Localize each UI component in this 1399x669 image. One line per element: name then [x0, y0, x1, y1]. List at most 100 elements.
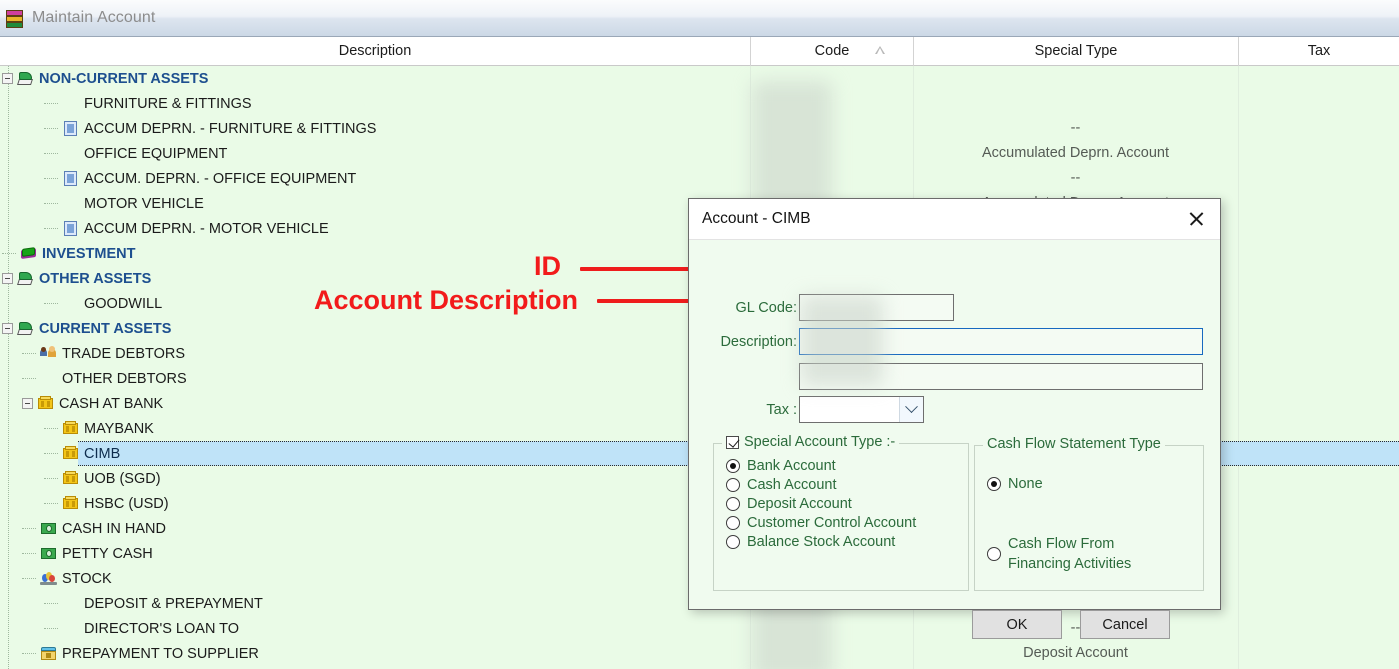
table-row[interactable]: FURNITURE & FITTINGS: [0, 91, 1399, 116]
row-description-cell[interactable]: ACCUM DEPRN. - FURNITURE & FITTINGS: [0, 116, 750, 141]
spacer-icon: [62, 620, 79, 637]
radio-button[interactable]: [987, 547, 1001, 561]
row-tax-cell: [1238, 216, 1399, 241]
row-tax-cell: [1238, 366, 1399, 391]
cash-flow-type-option[interactable]: Cash Flow From Financing Activities: [987, 534, 1203, 574]
radio-label: None: [1008, 476, 1043, 492]
table-row[interactable]: ACCUM. DEPRN. - OFFICE EQUIPMENT --: [0, 166, 1399, 191]
radio-button[interactable]: [726, 535, 740, 549]
money-bundle-icon: [62, 470, 79, 487]
dialog-body: GL Code: Description: Tax : Special Acco…: [689, 240, 1220, 639]
asset-book-icon: [17, 70, 34, 87]
row-description-cell[interactable]: MAYBANK: [0, 416, 750, 441]
account-dialog[interactable]: Account - CIMB GL Code: Description: Tax…: [688, 198, 1221, 639]
tree-collapse-toggle[interactable]: [2, 273, 13, 284]
column-header-tax[interactable]: Tax: [1238, 36, 1399, 66]
document-blue-icon: [62, 120, 79, 137]
row-description-cell[interactable]: DEPOSIT & PREPAYMENT: [0, 591, 750, 616]
row-label: HSBC (USD): [84, 495, 169, 512]
spacer-icon: [62, 145, 79, 162]
row-description-cell[interactable]: OFFICE EQUIPMENT: [0, 141, 750, 166]
table-row[interactable]: ACCUM DEPRN. - FURNITURE & FITTINGS --: [0, 116, 1399, 141]
special-account-type-title[interactable]: Special Account Type :-: [722, 434, 900, 450]
row-description-cell[interactable]: NON-CURRENT ASSETS: [0, 66, 750, 91]
special-account-type-option[interactable]: Cash Account: [726, 477, 968, 493]
row-description-cell[interactable]: ACCUM. DEPRN. - OFFICE EQUIPMENT: [0, 166, 750, 191]
special-account-type-checkbox[interactable]: [726, 435, 739, 449]
row-tax-cell: [1238, 191, 1399, 216]
row-description-cell[interactable]: HSBC (USD): [0, 491, 750, 516]
row-tax-cell: [1238, 616, 1399, 641]
special-account-type-option[interactable]: Deposit Account: [726, 496, 968, 512]
tree-collapse-toggle[interactable]: [2, 73, 13, 84]
row-tax-cell: [1238, 466, 1399, 491]
dialog-title: Account - CIMB: [702, 210, 811, 227]
row-tax-cell: [1238, 341, 1399, 366]
row-label: OTHER ASSETS: [39, 270, 152, 287]
row-description-cell[interactable]: CIMB: [0, 441, 750, 466]
row-tax-cell: [1238, 266, 1399, 291]
row-description-cell[interactable]: STOCK: [0, 566, 750, 591]
row-tax-cell: [1238, 566, 1399, 591]
row-label: STOCK: [62, 570, 112, 587]
window-title-bar: Maintain Account: [0, 0, 1399, 37]
row-description-cell[interactable]: MOTOR VEHICLE: [0, 191, 750, 216]
row-label: ACCUM DEPRN. - MOTOR VEHICLE: [84, 220, 329, 237]
diamond-green-icon: [20, 245, 37, 262]
row-tax-cell: [1238, 91, 1399, 116]
row-description-cell[interactable]: PREPAYMENT TO SUPPLIER: [0, 641, 750, 666]
row-label: OTHER DEBTORS: [62, 370, 187, 387]
chevron-down-icon[interactable]: [899, 397, 923, 422]
row-description-cell[interactable]: UOB (SGD): [0, 466, 750, 491]
cash-flow-statement-type-label: Cash Flow Statement Type: [987, 436, 1161, 452]
radio-label: Bank Account: [747, 458, 836, 474]
cash-green-icon: [40, 545, 57, 562]
radio-button[interactable]: [726, 459, 740, 473]
column-header-code[interactable]: Code: [750, 36, 913, 66]
asset-book-icon: [17, 270, 34, 287]
special-account-type-option[interactable]: Balance Stock Account: [726, 534, 968, 550]
annotation-description-label: Account Description: [314, 285, 579, 315]
row-tax-cell: [1238, 416, 1399, 441]
row-label: MAYBANK: [84, 420, 154, 437]
table-row[interactable]: DIRECTOR'S LOAN TO --: [0, 616, 1399, 641]
radio-button[interactable]: [726, 478, 740, 492]
close-icon[interactable]: [1184, 206, 1210, 232]
table-row[interactable]: PREPAYMENT TO SUPPLIER Deposit Account: [0, 641, 1399, 666]
row-description-cell[interactable]: FURNITURE & FITTINGS: [0, 91, 750, 116]
table-row[interactable]: OFFICE EQUIPMENT Accumulated Deprn. Accou…: [0, 141, 1399, 166]
spacer-icon: [62, 595, 79, 612]
document-blue-icon: [62, 170, 79, 187]
special-account-type-group: Special Account Type :- Bank Account Cash…: [713, 434, 969, 591]
cash-green-icon: [40, 520, 57, 537]
column-header-special-type[interactable]: Special Type: [913, 36, 1238, 66]
special-account-type-option[interactable]: Bank Account: [726, 458, 968, 474]
row-description-cell[interactable]: PETTY CASH: [0, 541, 750, 566]
radio-button[interactable]: [726, 516, 740, 530]
row-description-cell[interactable]: CASH AT BANK: [0, 391, 750, 416]
tree-collapse-toggle[interactable]: [22, 398, 33, 409]
row-special-type-cell: [913, 66, 1238, 91]
row-tax-cell: [1238, 116, 1399, 141]
money-bundle-icon: [62, 420, 79, 437]
column-header-description[interactable]: Description: [0, 37, 750, 66]
radio-button[interactable]: [726, 497, 740, 511]
radio-button[interactable]: [987, 477, 1001, 491]
cancel-button[interactable]: Cancel: [1080, 610, 1170, 639]
row-description-cell[interactable]: OTHER DEBTORS: [0, 366, 750, 391]
row-description-cell[interactable]: TRADE DEBTORS: [0, 341, 750, 366]
tax-dropdown[interactable]: [799, 396, 924, 423]
tree-collapse-toggle[interactable]: [2, 323, 13, 334]
row-label: CIMB: [84, 445, 121, 462]
special-account-type-option[interactable]: Customer Control Account: [726, 515, 968, 531]
cash-flow-type-option[interactable]: None: [987, 476, 1203, 492]
gl-code-label: GL Code:: [735, 300, 797, 316]
row-description-cell[interactable]: DIRECTOR'S LOAN TO: [0, 616, 750, 641]
row-description-cell[interactable]: CASH IN HAND: [0, 516, 750, 541]
row-special-type-cell: [913, 91, 1238, 116]
row-description-cell[interactable]: ACCUM DEPRN. - MOTOR VEHICLE: [0, 216, 750, 241]
table-row[interactable]: NON-CURRENT ASSETS: [0, 66, 1399, 91]
row-description-cell[interactable]: CURRENT ASSETS: [0, 316, 750, 341]
ok-button[interactable]: OK: [972, 610, 1062, 639]
row-special-type-cell: Deposit Account: [1023, 645, 1128, 661]
